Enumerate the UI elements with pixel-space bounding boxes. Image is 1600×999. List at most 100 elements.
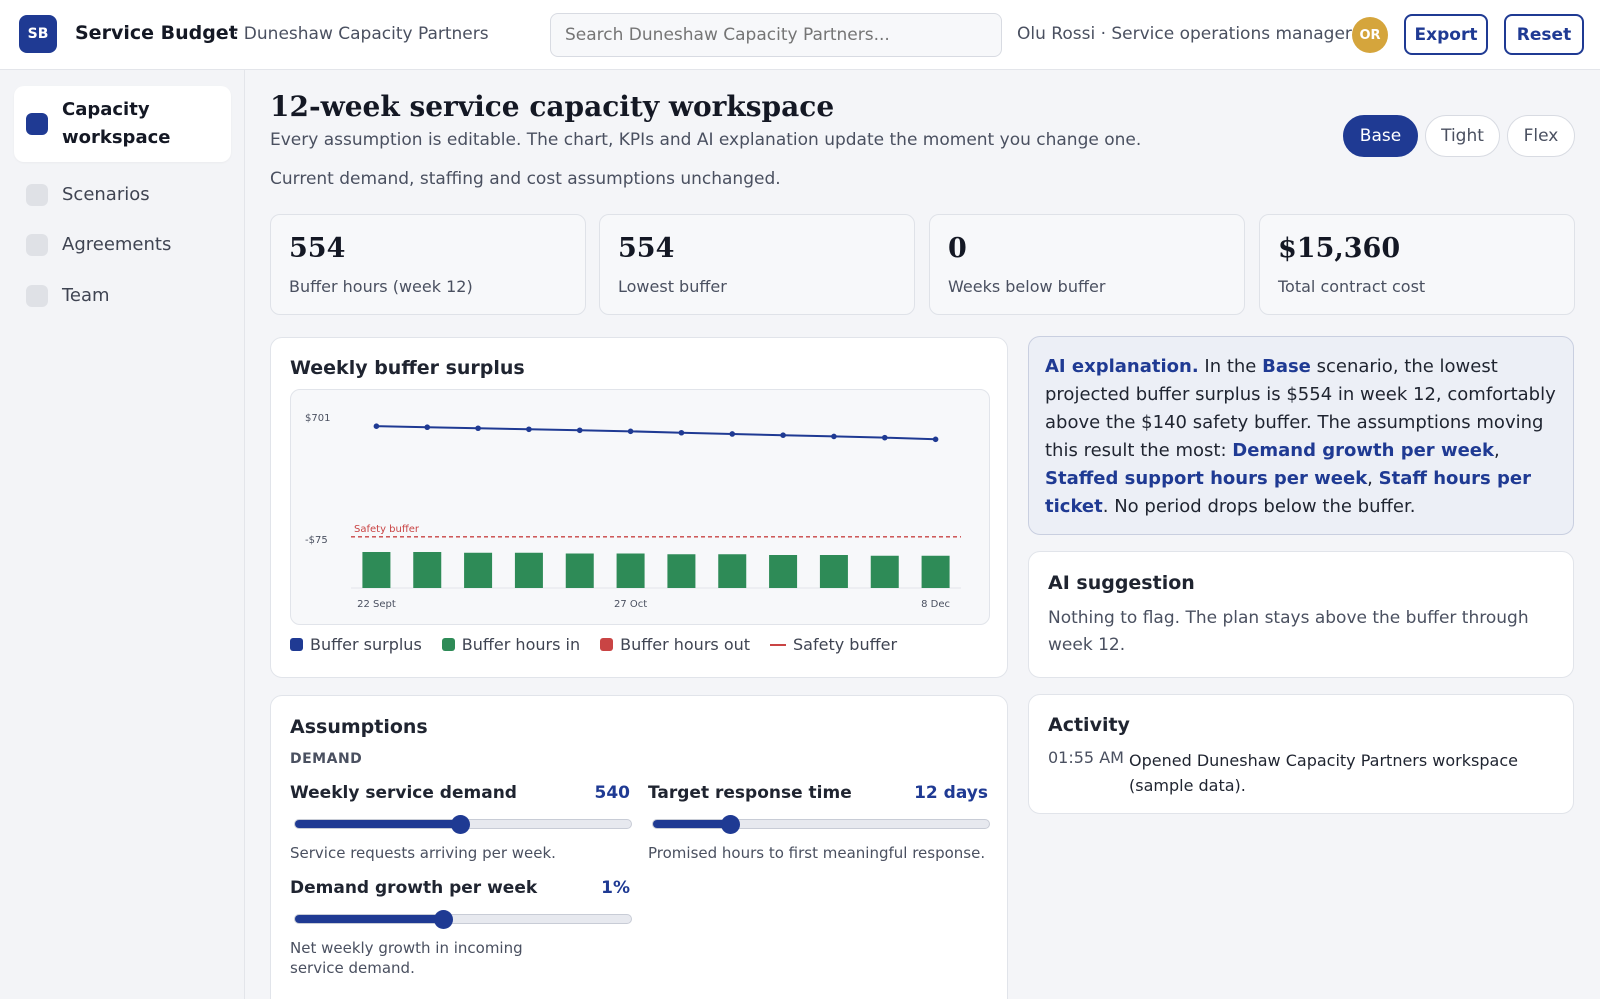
legend-item-buffer-hours-in: Buffer hours in xyxy=(441,635,581,654)
legend-line xyxy=(770,643,787,646)
kpi-label: Total contract cost xyxy=(1278,277,1426,296)
bar-buffer-hours-in xyxy=(362,552,391,588)
activity-time: 01:55 AM xyxy=(1048,748,1124,767)
ai-explanation-lead: AI explanation. xyxy=(1045,356,1199,377)
ai-text: , xyxy=(1493,440,1500,461)
point-buffer-surplus xyxy=(729,431,736,437)
slider-thumb[interactable] xyxy=(450,815,470,834)
sidebar-item-team[interactable]: Team xyxy=(14,275,231,317)
kpi-label: Lowest buffer xyxy=(618,277,727,296)
ai-suggestion-card: AI suggestion Nothing to flag. The plan … xyxy=(1028,551,1574,678)
x-tick-label: 8 Dec xyxy=(921,599,950,610)
avatar[interactable]: OR xyxy=(1352,17,1388,53)
ai-text: In the xyxy=(1198,356,1263,377)
scenario-tight-button[interactable]: Tight xyxy=(1425,115,1500,157)
point-buffer-surplus xyxy=(373,423,380,429)
slider-fill xyxy=(295,915,443,923)
chart-area: $701 -$75 Safety buffer 22 Sept 27 Oct 8 Dec xyxy=(290,389,990,625)
legend-item-buffer-hours-out: Buffer hours out xyxy=(600,635,750,654)
capacity-workspace-icon xyxy=(26,113,48,135)
agreements-icon xyxy=(26,234,48,256)
point-buffer-surplus xyxy=(932,436,939,443)
app-logo: SB xyxy=(19,15,57,53)
kpi-card-lowest-buffer: 554 Lowest buffer xyxy=(599,214,915,315)
sidebar-item-label: Capacity workspace xyxy=(62,99,171,148)
ai-driver-link[interactable]: Staffed support hours per week xyxy=(1045,468,1367,489)
sidebar-item-label: Team xyxy=(62,285,110,306)
point-buffer-surplus xyxy=(678,429,685,436)
slider-track[interactable] xyxy=(294,815,632,834)
point-buffer-surplus xyxy=(576,427,583,434)
chart-legend: Buffer surplus Buffer hours in Buffer ho… xyxy=(290,635,917,654)
scenario-base-button[interactable]: Base xyxy=(1343,115,1418,157)
legend-label: Buffer surplus xyxy=(310,635,422,654)
x-tick-label: 27 Oct xyxy=(614,599,647,610)
sidebar-item-capacity-workspace[interactable]: Capacity workspace xyxy=(14,86,231,162)
activity-title: Activity xyxy=(1048,714,1130,736)
assumptions-title: Assumptions xyxy=(290,716,428,738)
bar-buffer-hours-in xyxy=(870,555,899,588)
point-buffer-surplus xyxy=(424,424,431,431)
safety-buffer-label: Safety buffer xyxy=(354,524,420,535)
sidebar-item-label: Agreements xyxy=(62,234,172,255)
page-title: 12-week service capacity workspace xyxy=(270,90,835,123)
kpi-value: $15,360 xyxy=(1278,233,1401,264)
ai-suggestion-title: AI suggestion xyxy=(1048,572,1195,594)
search-input[interactable] xyxy=(550,13,1002,57)
ai-explanation-card: AI explanation. In the Base scenario, th… xyxy=(1028,336,1574,535)
bar-buffer-hours-in xyxy=(718,554,747,588)
bar-buffer-hours-in xyxy=(464,552,493,588)
kpi-label: Weeks below buffer xyxy=(948,277,1106,296)
chart-title: Weekly buffer surplus xyxy=(290,357,525,379)
reset-button[interactable]: Reset xyxy=(1504,14,1584,55)
point-buffer-surplus xyxy=(627,428,634,435)
scenarios-icon xyxy=(26,184,48,206)
slider-track[interactable] xyxy=(652,815,990,834)
sidebar-item-label: Scenarios xyxy=(62,184,150,205)
kpi-value: 554 xyxy=(289,233,346,264)
sidebar: Capacity workspace Scenarios Agreements … xyxy=(0,70,245,999)
ai-scenario-link[interactable]: Base xyxy=(1262,356,1311,377)
slider-thumb[interactable] xyxy=(721,815,741,834)
org-name: · Duneshaw Capacity Partners xyxy=(233,24,489,44)
ai-text: , xyxy=(1367,468,1379,489)
page-subtitle: Every assumption is editable. The chart,… xyxy=(270,130,1142,150)
slider-track[interactable] xyxy=(294,910,632,929)
export-button[interactable]: Export xyxy=(1404,14,1488,55)
bar-buffer-hours-in xyxy=(769,555,798,588)
slider-value: 12 days xyxy=(914,783,988,803)
kpi-card-buffer-hours: 554 Buffer hours (week 12) xyxy=(270,214,586,315)
scenario-flex-button[interactable]: Flex xyxy=(1507,115,1575,157)
slider-label: Target response time xyxy=(648,783,852,803)
top-bar: SB Service Budget · Duneshaw Capacity Pa… xyxy=(0,0,1600,70)
user-label: Olu Rossi · Service operations manager xyxy=(1017,24,1352,44)
y-tick-label: $701 xyxy=(305,413,330,424)
kpi-card-weeks-below: 0 Weeks below buffer xyxy=(929,214,1245,315)
slider-hint: Net weekly growth in incoming service de… xyxy=(290,939,523,977)
ai-suggestion-text: Nothing to flag. The plan stays above th… xyxy=(1048,608,1529,655)
buffer-chart: $701 -$75 Safety buffer 22 Sept 27 Oct 8 Dec xyxy=(305,413,961,610)
bar-buffer-hours-in xyxy=(819,555,848,588)
slider-label: Weekly service demand xyxy=(290,783,517,803)
kpi-value: 0 xyxy=(948,233,967,264)
legend-label: Buffer hours in xyxy=(461,635,581,654)
legend-swatch xyxy=(600,638,614,651)
slider-thumb[interactable] xyxy=(433,910,453,929)
slider-hint: Service requests arriving per week. xyxy=(290,844,556,862)
sidebar-item-scenarios[interactable]: Scenarios xyxy=(14,174,231,216)
point-buffer-surplus xyxy=(780,432,786,439)
legend-label: Buffer hours out xyxy=(620,635,751,654)
slider-value: 540 xyxy=(594,783,631,803)
ai-driver-link[interactable]: Demand growth per week xyxy=(1232,440,1494,461)
chart-card: Weekly buffer surplus $701 -$75 Safety buf… xyxy=(270,337,1008,678)
sidebar-item-agreements[interactable]: Agreements xyxy=(14,224,231,266)
line-buffer-surplus xyxy=(376,425,936,441)
bar-buffer-hours-in xyxy=(565,553,594,588)
slider-fill xyxy=(295,820,460,828)
bar-buffer-hours-in xyxy=(667,554,696,588)
kpi-label: Buffer hours (week 12) xyxy=(289,277,473,296)
bar-buffer-hours-in xyxy=(921,555,950,588)
point-buffer-surplus xyxy=(881,434,888,441)
slider-fill xyxy=(653,820,731,828)
team-icon xyxy=(26,285,48,307)
